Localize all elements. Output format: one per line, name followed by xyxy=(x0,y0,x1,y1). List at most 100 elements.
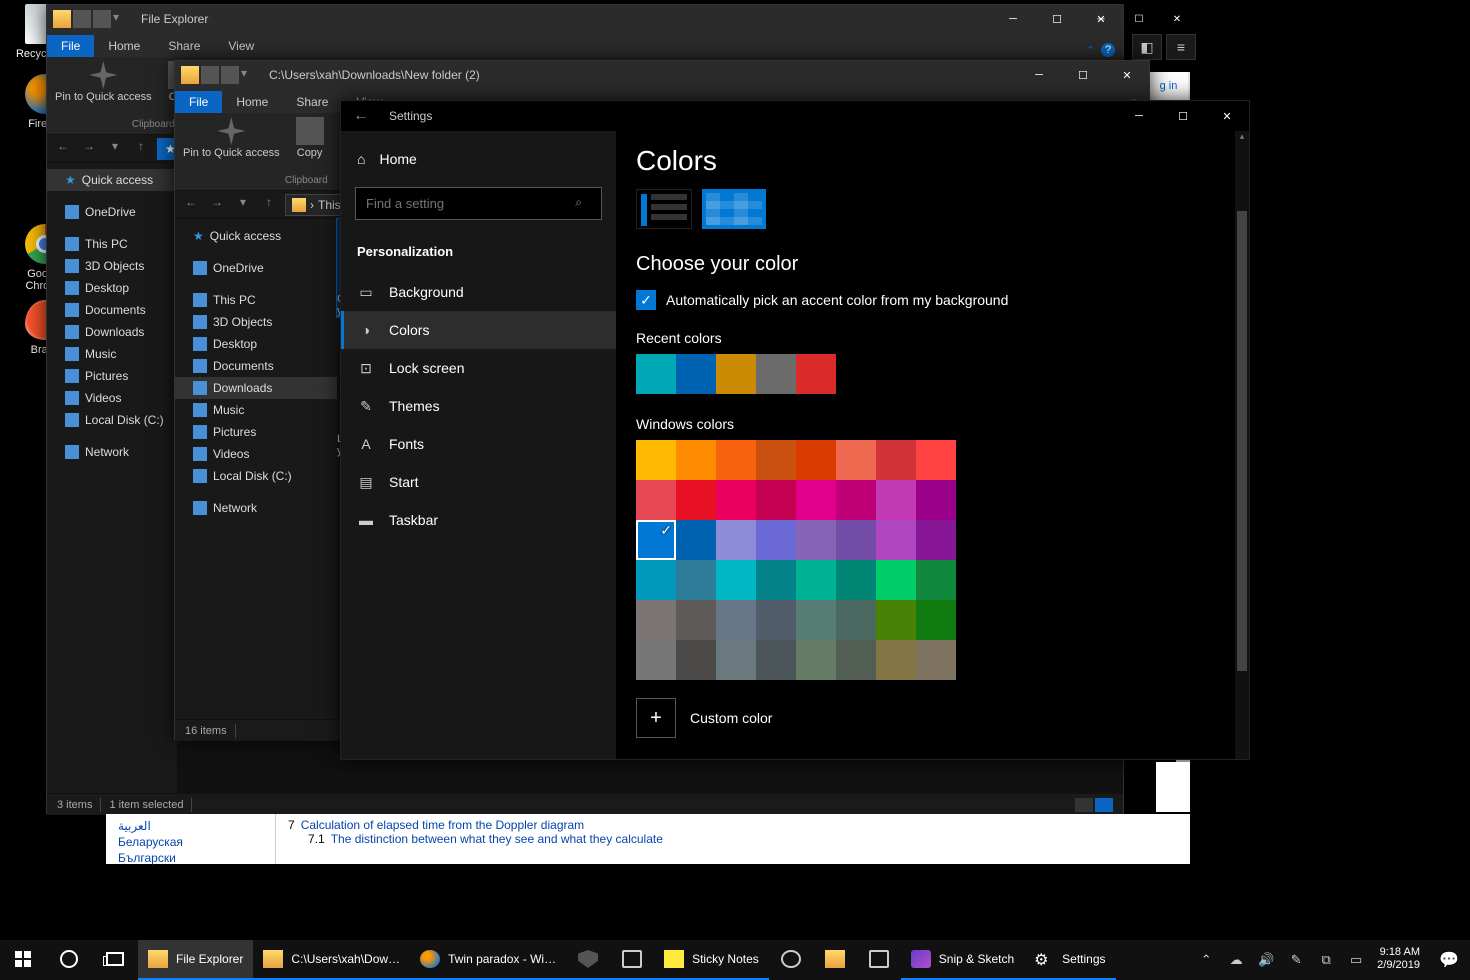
nav-local-disk[interactable]: Local Disk (C:) xyxy=(175,465,337,487)
task-view-button[interactable] xyxy=(92,940,138,980)
color-swatch[interactable] xyxy=(676,520,716,560)
collapse-ribbon-icon[interactable]: ⌃ xyxy=(1086,44,1095,57)
color-swatch[interactable] xyxy=(716,520,756,560)
menu-icon[interactable]: ≡ xyxy=(1166,34,1196,60)
tray-volume-icon[interactable]: 🔊 xyxy=(1257,951,1275,969)
thumbnails-view-button[interactable] xyxy=(1095,798,1113,812)
color-swatch[interactable] xyxy=(676,440,716,480)
preview-window[interactable] xyxy=(636,189,692,229)
sidebar-toggle-icon[interactable]: ◧ xyxy=(1132,34,1162,60)
taskbar-task[interactable]: C:\Users\xah\Dow… xyxy=(253,940,410,980)
nav-desktop[interactable]: Desktop xyxy=(47,277,177,299)
back-button[interactable]: ← xyxy=(181,195,201,215)
taskbar-task[interactable] xyxy=(857,940,901,980)
nav-pictures[interactable]: Pictures xyxy=(175,421,337,443)
color-swatch[interactable] xyxy=(836,440,876,480)
color-swatch[interactable] xyxy=(796,480,836,520)
nav-quick-access[interactable]: ★Quick access xyxy=(47,169,177,191)
tab-view[interactable]: View xyxy=(214,35,268,57)
scrollbar-thumb[interactable] xyxy=(1237,211,1247,671)
nav-videos[interactable]: Videos xyxy=(47,387,177,409)
qat-icon[interactable] xyxy=(201,66,219,84)
color-swatch[interactable] xyxy=(756,480,796,520)
tab-share[interactable]: Share xyxy=(154,35,214,57)
tab-share[interactable]: Share xyxy=(282,91,342,113)
forward-button[interactable]: → xyxy=(79,139,99,159)
color-swatch[interactable] xyxy=(916,560,956,600)
taskbar-task[interactable] xyxy=(610,940,654,980)
color-swatch[interactable] xyxy=(876,600,916,640)
lang-link[interactable]: Беларуская xyxy=(118,834,263,850)
taskbar-task[interactable]: Snip & Sketch xyxy=(901,940,1024,980)
color-swatch[interactable] xyxy=(876,560,916,600)
pin-to-quick-access-button[interactable]: Pin to Quick access xyxy=(183,117,280,159)
color-swatch[interactable] xyxy=(796,560,836,600)
minimize-button[interactable]: ─ xyxy=(1082,6,1120,32)
nav-background[interactable]: ▭Background xyxy=(341,273,616,311)
color-swatch[interactable] xyxy=(796,440,836,480)
nav-this-pc[interactable]: This PC xyxy=(47,233,177,255)
minimize-button[interactable]: ─ xyxy=(991,5,1035,33)
tab-file[interactable]: File xyxy=(175,91,222,113)
color-swatch[interactable] xyxy=(756,354,796,394)
tab-file[interactable]: File xyxy=(47,35,94,57)
close-button[interactable]: ✕ xyxy=(1158,6,1196,32)
close-button[interactable]: ✕ xyxy=(1205,102,1249,130)
color-swatch[interactable] xyxy=(796,640,836,680)
custom-color-button[interactable]: + Custom color xyxy=(636,698,1229,738)
cortana-button[interactable] xyxy=(46,940,92,980)
nav-home[interactable]: ⌂Home xyxy=(341,141,616,177)
help-icon[interactable]: ? xyxy=(1101,43,1115,57)
nav-local-disk[interactable]: Local Disk (C:) xyxy=(47,409,177,431)
action-center-button[interactable]: 💬 xyxy=(1428,940,1470,980)
recent-button[interactable]: ▾ xyxy=(105,139,125,159)
taskbar-clock[interactable]: 9:18 AM 2/9/2019 xyxy=(1369,940,1428,980)
qat-icon[interactable] xyxy=(93,10,111,28)
nav-network[interactable]: Network xyxy=(47,441,177,463)
pin-to-quick-access-button[interactable]: Pin to Quick access xyxy=(55,61,152,103)
color-swatch[interactable] xyxy=(636,600,676,640)
color-swatch[interactable] xyxy=(916,480,956,520)
maximize-button[interactable]: ☐ xyxy=(1161,102,1205,130)
up-button[interactable]: ↑ xyxy=(259,195,279,215)
nav-documents[interactable]: Documents xyxy=(47,299,177,321)
taskbar-task[interactable] xyxy=(813,940,857,980)
toc-link[interactable]: The distinction between what they see an… xyxy=(331,832,663,846)
color-swatch[interactable] xyxy=(756,560,796,600)
nav-music[interactable]: Music xyxy=(47,343,177,365)
taskbar-task[interactable]: Sticky Notes xyxy=(654,940,769,980)
nav-onedrive[interactable]: OneDrive xyxy=(175,257,337,279)
maximize-button[interactable]: ☐ xyxy=(1035,5,1079,33)
nav-network[interactable]: Network xyxy=(175,497,337,519)
color-swatch[interactable] xyxy=(756,600,796,640)
color-swatch[interactable] xyxy=(836,520,876,560)
color-swatch[interactable] xyxy=(676,600,716,640)
nav-videos[interactable]: Videos xyxy=(175,443,337,465)
nav-downloads[interactable]: Downloads xyxy=(175,377,337,399)
copy-button[interactable]: Copy xyxy=(290,117,330,159)
color-swatch[interactable] xyxy=(916,440,956,480)
color-swatch[interactable] xyxy=(716,480,756,520)
maximize-button[interactable]: ☐ xyxy=(1120,6,1158,32)
nav-lock-screen[interactable]: ⊡Lock screen xyxy=(341,349,616,387)
color-swatch[interactable] xyxy=(676,560,716,600)
sign-in-fragment[interactable]: g in xyxy=(1148,72,1188,100)
titlebar[interactable]: ▾ File Explorer ─ ☐ ✕ xyxy=(47,5,1123,33)
scrollbar[interactable]: ▴ xyxy=(1235,131,1249,759)
color-swatch[interactable] xyxy=(636,640,676,680)
tray-network-icon[interactable]: ⧉ xyxy=(1317,951,1335,969)
color-swatch[interactable] xyxy=(636,560,676,600)
nav-music[interactable]: Music xyxy=(175,399,337,421)
color-swatch[interactable] xyxy=(636,440,676,480)
auto-accent-checkbox[interactable]: ✓ Automatically pick an accent color fro… xyxy=(636,290,1229,310)
color-swatch[interactable] xyxy=(836,600,876,640)
close-button[interactable]: ✕ xyxy=(1105,61,1149,89)
minimize-button[interactable]: ─ xyxy=(1017,61,1061,89)
titlebar[interactable]: ← Settings ─ ☐ ✕ xyxy=(341,101,1249,131)
color-swatch[interactable] xyxy=(916,600,956,640)
folder-icon[interactable] xyxy=(53,10,71,28)
minimize-button[interactable]: ─ xyxy=(1117,102,1161,130)
tray-pen-icon[interactable]: ✎ xyxy=(1287,951,1305,969)
color-swatch[interactable] xyxy=(716,440,756,480)
nav-this-pc[interactable]: This PC xyxy=(175,289,337,311)
